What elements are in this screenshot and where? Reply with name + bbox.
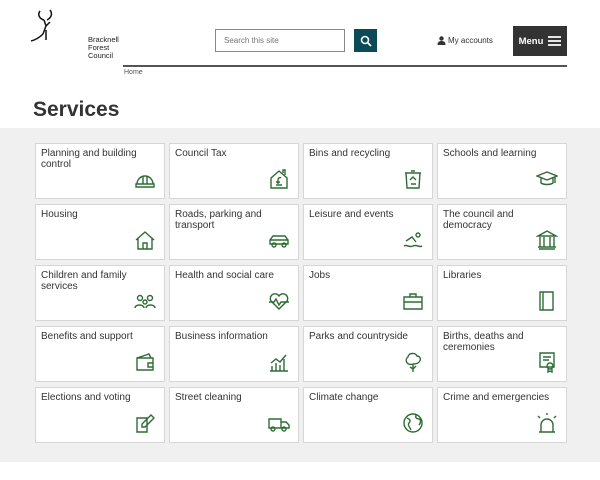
search-button[interactable] [354,29,377,52]
header-divider [123,65,567,67]
service-label: Health and social care [175,270,274,281]
service-card[interactable]: Libraries [437,265,567,321]
recycling-bin-icon [405,170,421,189]
service-label: The council and democracy [443,209,514,231]
service-label: Business information [175,331,268,342]
logo-line: Council [88,51,114,60]
swimmer-icon [403,232,423,248]
service-label: Schools and learning [443,148,537,159]
globe-icon [403,413,423,433]
service-label: Benefits and support [41,331,133,342]
page-title: Services [33,98,120,121]
service-card[interactable]: Health and social care [169,265,299,321]
ballot-pen-icon [136,414,155,433]
bar-chart-icon [270,354,288,372]
logo-text: Bracknell Forest Council [88,36,119,60]
services-grid: Planning and building control Council Tax… [35,143,567,443]
service-card[interactable]: Benefits and support [35,326,165,382]
service-card[interactable]: Planning and building control [35,143,165,199]
service-label: Climate change [309,392,379,403]
heartbeat-icon [269,293,289,310]
my-accounts-link[interactable]: My accounts [437,36,493,45]
stag-logo-icon [30,9,53,42]
service-card[interactable]: Leisure and events [303,204,433,260]
service-card[interactable]: Climate change [303,387,433,443]
graduation-cap-icon [536,171,558,186]
house-pound-icon [270,169,288,189]
service-card[interactable]: Housing [35,204,165,260]
service-card[interactable]: Council Tax [169,143,299,199]
service-label: Elections and voting [41,392,131,403]
breadcrumb-home[interactable]: Home [124,69,143,76]
building-columns-icon [536,230,558,250]
service-label: Births, deaths and ceremonies [443,331,524,353]
service-label: Parks and countryside [309,331,408,342]
service-card[interactable]: The council and democracy [437,204,567,260]
service-label: Council Tax [175,148,227,159]
service-card[interactable]: Schools and learning [437,143,567,199]
service-label: Street cleaning [175,392,242,403]
book-icon [539,291,554,311]
menu-button[interactable]: Menu [513,26,567,56]
tree-icon [405,352,422,372]
briefcase-icon [403,293,423,310]
service-label: Roads, parking and transport [175,209,262,231]
hard-hat-icon [135,175,155,188]
user-icon [437,36,446,45]
service-card[interactable]: Elections and voting [35,387,165,443]
service-label: Bins and recycling [309,148,391,159]
my-accounts-label: My accounts [448,36,493,45]
service-label: Housing [41,209,78,220]
service-card[interactable]: Roads, parking and transport [169,204,299,260]
service-label: Crime and emergencies [443,392,550,403]
service-card[interactable]: Children and family services [35,265,165,321]
service-label: Leisure and events [309,209,394,220]
service-label: Jobs [309,270,331,281]
service-label: Children and family services [41,270,127,292]
service-card[interactable]: Street cleaning [169,387,299,443]
service-card[interactable]: Bins and recycling [303,143,433,199]
service-card[interactable]: Jobs [303,265,433,321]
truck-icon [268,418,290,432]
service-card[interactable]: Parks and countryside [303,326,433,382]
menu-label: Menu [518,35,544,47]
service-label: Planning and building control [41,148,137,170]
siren-icon [537,413,557,433]
family-icon [134,294,156,309]
house-icon [135,231,155,250]
search-input[interactable] [215,29,345,52]
hamburger-icon [548,36,562,46]
service-label: Libraries [443,270,482,281]
service-card[interactable]: Births, deaths and ceremonies [437,326,567,382]
car-icon [269,235,289,248]
service-card[interactable]: Business information [169,326,299,382]
search-icon [360,35,372,47]
wallet-icon [136,353,154,371]
certificate-icon [539,352,555,373]
service-card[interactable]: Crime and emergencies [437,387,567,443]
council-logo[interactable]: Bracknell Forest Council [30,8,119,60]
